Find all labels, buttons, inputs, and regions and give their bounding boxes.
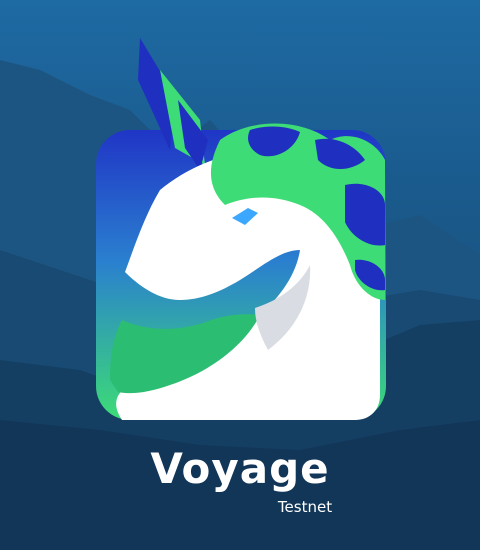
app-title: Voyage [150,444,330,493]
unicorn-icon [96,38,386,420]
app-subtitle: Testnet [277,498,333,516]
